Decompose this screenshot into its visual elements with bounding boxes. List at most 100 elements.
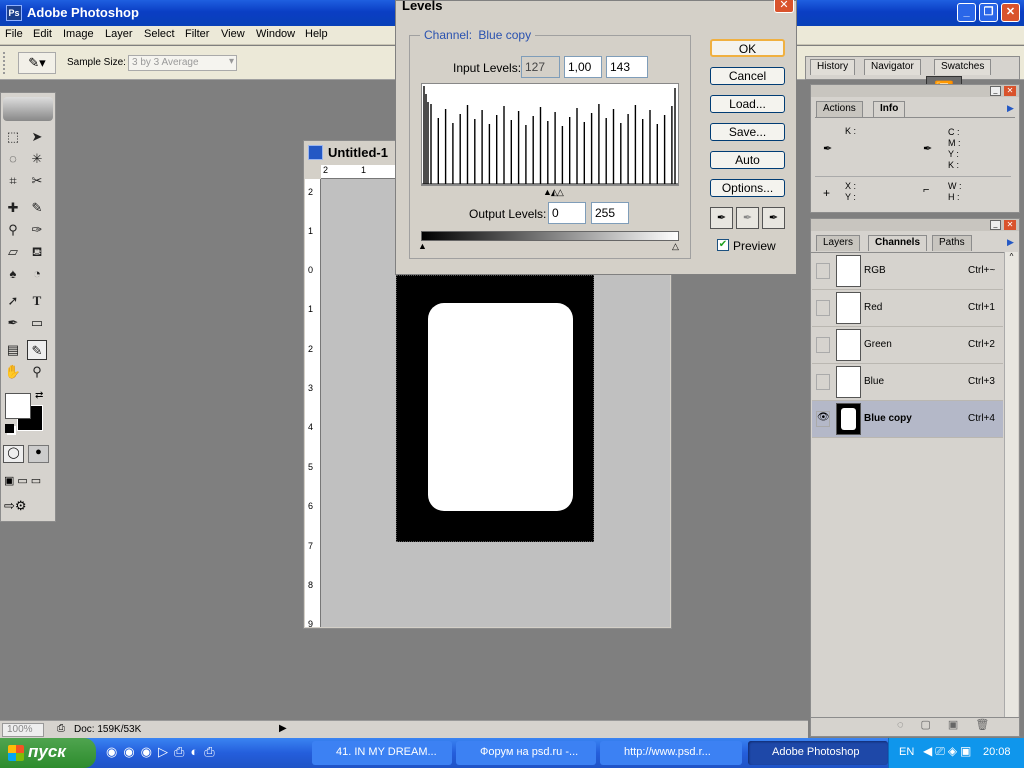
menu-select[interactable]: Select bbox=[144, 28, 175, 40]
magic-wand-tool-icon[interactable]: ✳ bbox=[27, 149, 47, 169]
menu-view[interactable]: View bbox=[221, 28, 245, 40]
foreground-color-swatch[interactable] bbox=[5, 393, 31, 419]
move-tool-icon[interactable]: ➤ bbox=[27, 127, 47, 147]
tab-channels[interactable]: Channels bbox=[868, 235, 928, 251]
path-selection-tool-icon[interactable]: ➚ bbox=[3, 291, 23, 311]
ok-button[interactable]: OK bbox=[710, 39, 785, 57]
crop-tool-icon[interactable]: ⌗ bbox=[3, 171, 23, 191]
history-brush-tool-icon[interactable]: ✑ bbox=[27, 220, 47, 240]
menu-layer[interactable]: Layer bbox=[105, 28, 133, 40]
task-photoshop[interactable]: Adobe Photoshop bbox=[748, 741, 888, 765]
paint-bucket-tool-icon[interactable]: ⛾ bbox=[27, 242, 47, 262]
default-colors-icon[interactable] bbox=[5, 424, 14, 433]
menu-help[interactable]: Help bbox=[305, 28, 328, 40]
swap-colors-icon[interactable]: ⇄ bbox=[35, 390, 43, 401]
lasso-tool-icon[interactable]: ◌ bbox=[3, 149, 23, 169]
jump-to-imageready-icon[interactable]: ⇨⚙ bbox=[4, 498, 52, 516]
menu-edit[interactable]: Edit bbox=[33, 28, 52, 40]
eraser-tool-icon[interactable]: ▱ bbox=[3, 242, 23, 262]
input-gamma-field[interactable]: 1,00 bbox=[564, 56, 602, 78]
blur-tool-icon[interactable]: ♠ bbox=[3, 264, 23, 284]
zoom-field[interactable]: 100% bbox=[2, 723, 44, 737]
minimize-button[interactable]: _ bbox=[957, 3, 976, 22]
eyedropper-tool-icon[interactable]: ✎ bbox=[27, 340, 47, 360]
tab-actions[interactable]: Actions bbox=[816, 101, 863, 117]
hand-tool-icon[interactable]: ✋ bbox=[3, 362, 23, 382]
white-eyedropper-icon[interactable]: ✒ bbox=[762, 207, 785, 229]
load-button[interactable]: Load... bbox=[710, 95, 785, 113]
preview-checkbox[interactable]: ✔ bbox=[717, 239, 729, 251]
task-winamp[interactable]: 41. IN MY DREAM... bbox=[312, 741, 452, 765]
visibility-toggle[interactable] bbox=[816, 300, 830, 316]
tab-history[interactable]: History bbox=[810, 59, 856, 75]
tab-info[interactable]: Info bbox=[873, 101, 906, 117]
cancel-button[interactable]: Cancel bbox=[710, 67, 785, 85]
black-eyedropper-icon[interactable]: ✒ bbox=[710, 207, 733, 229]
tab-navigator[interactable]: Navigator bbox=[864, 59, 921, 75]
levels-close-button[interactable]: ✕ bbox=[774, 0, 794, 13]
quick-launch-icons[interactable]: ◉◉◉▷⎙◐⎙ bbox=[106, 744, 266, 762]
type-tool-icon[interactable]: T bbox=[27, 291, 47, 311]
options-button[interactable]: Options... bbox=[710, 179, 785, 197]
eyedropper-preset-icon[interactable]: ✎▾ bbox=[18, 52, 56, 74]
brush-tool-icon[interactable]: ✎ bbox=[27, 198, 47, 218]
visibility-toggle[interactable] bbox=[816, 374, 830, 390]
start-button[interactable]: пуск bbox=[0, 738, 96, 768]
input-black-field[interactable]: 127 bbox=[521, 56, 560, 78]
channel-selector[interactable]: Channel: Blue copy bbox=[420, 28, 536, 42]
info-close-button[interactable]: ✕ bbox=[1004, 86, 1016, 96]
menu-window[interactable]: Window bbox=[256, 28, 295, 40]
info-minimize-button[interactable]: _ bbox=[990, 86, 1001, 96]
standard-mode-icon[interactable]: ◯ bbox=[3, 445, 24, 463]
clone-stamp-tool-icon[interactable]: ⚲ bbox=[3, 220, 23, 240]
zoom-tool-icon[interactable]: ⚲ bbox=[27, 362, 47, 382]
channel-row-blue[interactable]: Blue Ctrl+3 bbox=[812, 364, 1003, 401]
info-menu-arrow-icon[interactable]: ▶ bbox=[1007, 103, 1014, 114]
gray-eyedropper-icon[interactable]: ✒ bbox=[736, 207, 759, 229]
tray-icons[interactable]: ◀⎚◈▣ bbox=[923, 744, 974, 759]
input-white-field[interactable]: 143 bbox=[606, 56, 648, 78]
task-psd-site[interactable]: http://www.psd.r... bbox=[600, 741, 742, 765]
slice-tool-icon[interactable]: ✂ bbox=[27, 171, 47, 191]
channels-menu-arrow-icon[interactable]: ▶ bbox=[1007, 237, 1014, 248]
channel-row-red[interactable]: Red Ctrl+1 bbox=[812, 290, 1003, 327]
sample-size-select[interactable]: 3 by 3 Average ▾ bbox=[128, 55, 237, 71]
save-button[interactable]: Save... bbox=[710, 123, 785, 141]
output-black-field[interactable]: 0 bbox=[548, 202, 586, 224]
input-slider-handles[interactable]: ▲◭△ bbox=[543, 187, 564, 198]
channels-minimize-button[interactable]: _ bbox=[990, 220, 1001, 230]
menu-file[interactable]: File bbox=[5, 28, 23, 40]
status-menu-arrow-icon[interactable]: ▶ bbox=[279, 723, 287, 734]
output-black-handle[interactable]: ▲ bbox=[418, 241, 427, 251]
output-white-field[interactable]: 255 bbox=[591, 202, 629, 224]
language-indicator[interactable]: EN bbox=[899, 746, 914, 758]
marquee-tool-icon[interactable]: ⬚ bbox=[3, 127, 23, 147]
menu-filter[interactable]: Filter bbox=[185, 28, 209, 40]
screen-mode-icons[interactable]: ▣▭▭ bbox=[4, 474, 52, 488]
visibility-toggle[interactable] bbox=[816, 263, 830, 279]
channel-row-green[interactable]: Green Ctrl+2 bbox=[812, 327, 1003, 364]
quick-mask-mode-icon[interactable]: ● bbox=[28, 445, 49, 463]
auto-button[interactable]: Auto bbox=[710, 151, 785, 169]
channels-scrollbar[interactable]: ^ bbox=[1004, 252, 1018, 717]
tab-layers[interactable]: Layers bbox=[816, 235, 861, 251]
pen-tool-icon[interactable]: ✒ bbox=[3, 313, 23, 333]
menu-image[interactable]: Image bbox=[63, 28, 94, 40]
healing-brush-tool-icon[interactable]: ✚ bbox=[3, 198, 23, 218]
channels-close-button[interactable]: ✕ bbox=[1004, 220, 1016, 230]
tab-swatches[interactable]: Swatches bbox=[934, 59, 992, 75]
photoshop-eye-icon[interactable] bbox=[3, 97, 53, 121]
restore-button[interactable]: ❐ bbox=[979, 3, 998, 22]
notes-tool-icon[interactable]: ▤ bbox=[3, 340, 23, 360]
task-forum-psd[interactable]: Форум на psd.ru -... bbox=[456, 741, 596, 765]
channel-row-rgb[interactable]: RGB Ctrl+~ bbox=[812, 253, 1003, 290]
output-white-handle[interactable]: △ bbox=[672, 241, 679, 252]
dodge-tool-icon[interactable]: ◔ bbox=[27, 264, 47, 284]
channel-row-blue-copy[interactable]: 👁 Blue copy Ctrl+4 bbox=[812, 401, 1003, 438]
tab-paths[interactable]: Paths bbox=[932, 235, 972, 251]
close-button[interactable]: ✕ bbox=[1001, 3, 1020, 22]
visibility-toggle[interactable] bbox=[816, 337, 830, 353]
shape-tool-icon[interactable]: ▭ bbox=[27, 313, 47, 333]
document-canvas[interactable] bbox=[396, 275, 594, 542]
channels-footer-buttons[interactable]: ◌▢▣🗑 bbox=[811, 717, 1019, 736]
